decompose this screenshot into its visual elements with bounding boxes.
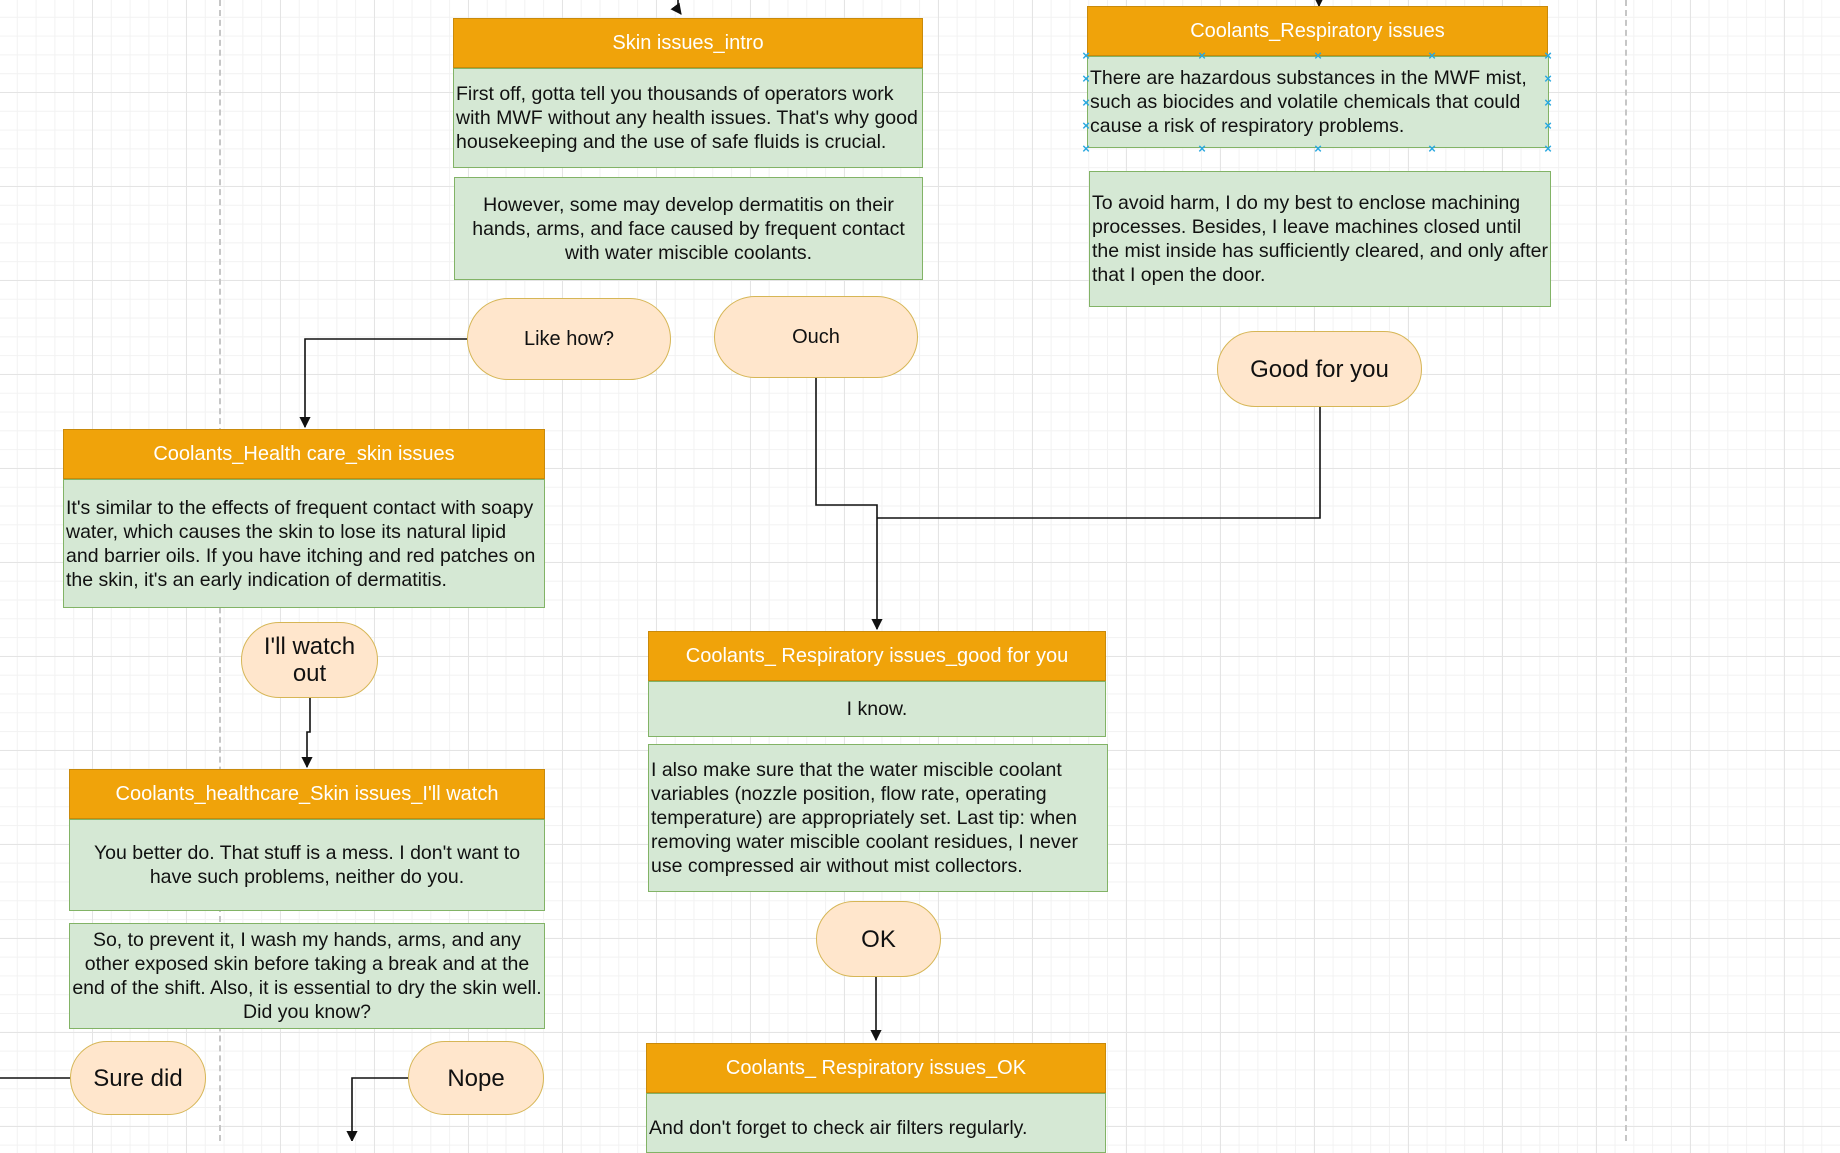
selection-handle[interactable]: × (1426, 49, 1438, 62)
option-good-for-you[interactable]: Good for you (1217, 331, 1422, 407)
connector-ouch (815, 378, 883, 631)
selection-handle[interactable]: × (1080, 142, 1092, 155)
option-nope[interactable]: Nope (408, 1041, 544, 1115)
option-like-how[interactable]: Like how? (467, 298, 671, 380)
connector-watch-out (301, 698, 313, 769)
node-resp-ok-text[interactable]: And don't forget to check air filters re… (646, 1093, 1106, 1153)
page-boundary-guide (1625, 0, 1627, 1141)
selection-handle[interactable]: × (1312, 49, 1324, 62)
node-text: And don't forget to check air filters re… (649, 1117, 1028, 1139)
connector-nope (346, 1077, 408, 1141)
selection-handle[interactable]: × (1080, 119, 1092, 132)
selection-handle[interactable]: × (1080, 72, 1092, 85)
node-watch-text[interactable]: You better do. That stuff is a mess. I d… (69, 819, 545, 911)
selection-handle[interactable]: × (1080, 49, 1092, 62)
node-resp-ok-title[interactable]: Coolants_ Respiratory issues_OK (646, 1043, 1106, 1093)
diagram-canvas[interactable]: Skin issues_intro First off, gotta tell … (0, 0, 1840, 1153)
node-text: There are hazardous substances in the MW… (1090, 67, 1527, 137)
selection-handle[interactable]: × (1196, 49, 1208, 62)
node-watch-text-2[interactable]: So, to prevent it, I wash my hands, arms… (69, 923, 545, 1029)
connector-like-how (299, 338, 467, 429)
selection-handle[interactable]: × (1196, 142, 1208, 155)
node-text: To avoid harm, I do my best to enclose m… (1092, 192, 1548, 286)
node-text: It's similar to the effects of frequent … (66, 496, 536, 591)
node-resp-good-title[interactable]: Coolants_ Respiratory issues_good for yo… (648, 631, 1106, 681)
selection-handle[interactable]: × (1542, 72, 1554, 85)
node-respiratory-text-2[interactable]: To avoid harm, I do my best to enclose m… (1089, 171, 1551, 307)
selection-handle[interactable]: × (1542, 119, 1554, 132)
node-skin-intro-text[interactable]: First off, gotta tell you thousands of o… (453, 68, 923, 168)
option-sure-did[interactable]: Sure did (70, 1041, 206, 1115)
node-text: However, some may develop dermatitis on … (472, 193, 905, 264)
node-text: I also make sure that the water miscible… (651, 759, 1079, 877)
option-ouch[interactable]: Ouch (714, 296, 918, 378)
connector-top-in (670, 0, 682, 15)
selection-handle[interactable]: × (1542, 142, 1554, 155)
node-watch-title[interactable]: Coolants_healthcare_Skin issues_I'll wat… (69, 769, 545, 819)
option-watch-out[interactable]: I'll watch out (241, 622, 378, 698)
node-resp-good-text-2[interactable]: I also make sure that the water miscible… (648, 744, 1108, 892)
selection-handle[interactable]: × (1312, 142, 1324, 155)
node-text: I know. (846, 698, 908, 720)
node-health-skin-text[interactable]: It's similar to the effects of frequent … (63, 479, 545, 608)
node-text: First off, gotta tell you thousands of o… (456, 83, 918, 153)
node-resp-good-text[interactable]: I know. (648, 681, 1106, 737)
node-health-skin-title[interactable]: Coolants_Health care_skin issues (63, 429, 545, 479)
selection-handle[interactable]: × (1542, 96, 1554, 109)
selection-handle[interactable]: × (1426, 142, 1438, 155)
connector-good-for-you (877, 406, 1321, 519)
node-text: So, to prevent it, I wash my hands, arms… (72, 929, 542, 1023)
node-respiratory-text-selected[interactable]: There are hazardous substances in the MW… (1087, 56, 1549, 148)
node-skin-intro-text-2[interactable]: However, some may develop dermatitis on … (454, 177, 923, 280)
selection-handle[interactable]: × (1542, 49, 1554, 62)
selection-handle[interactable]: × (1080, 96, 1092, 109)
node-skin-intro-title[interactable]: Skin issues_intro (453, 18, 923, 68)
option-ok[interactable]: OK (816, 901, 941, 977)
node-text: You better do. That stuff is a mess. I d… (93, 842, 521, 888)
